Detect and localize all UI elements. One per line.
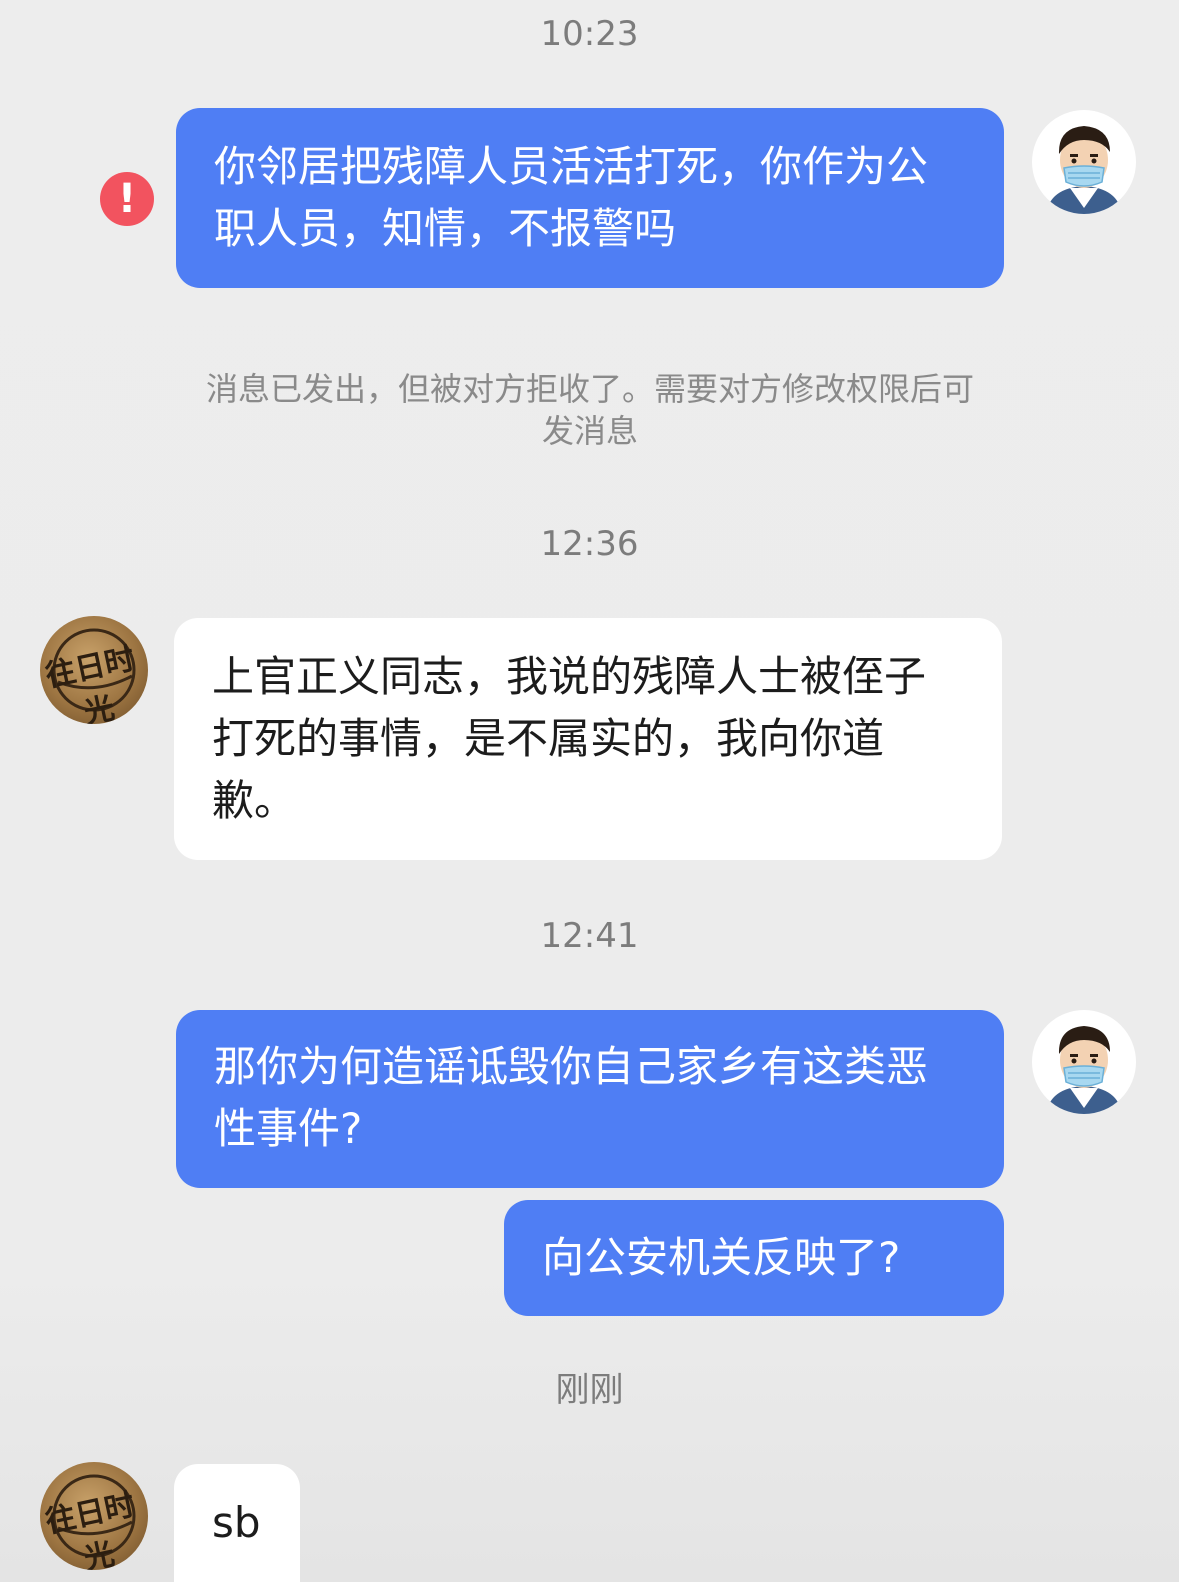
timestamp: 12:41 bbox=[540, 916, 639, 956]
contact-avatar[interactable]: 往日时光 bbox=[40, 1462, 148, 1570]
contact-avatar[interactable]: 往日时光 bbox=[40, 616, 148, 724]
message-text: 向公安机关反映了? bbox=[542, 1233, 901, 1282]
message-text: 上官正义同志，我说的残障人士被侄子打死的事情，是不属实的，我向你道歉。 bbox=[212, 652, 927, 825]
message-text: 那你为何造谣诋毁你自己家乡有这类恶性事件? bbox=[214, 1042, 929, 1153]
masked-man-avatar-icon bbox=[1046, 126, 1122, 214]
sent-message-bubble[interactable]: 向公安机关反映了? bbox=[504, 1200, 1004, 1316]
received-message-bubble[interactable]: 上官正义同志，我说的残障人士被侄子打死的事情，是不属实的，我向你道歉。 bbox=[174, 618, 1002, 860]
my-avatar[interactable] bbox=[1032, 110, 1136, 214]
my-avatar[interactable] bbox=[1032, 1010, 1136, 1114]
timestamp: 刚刚 bbox=[555, 1370, 624, 1410]
received-message-bubble[interactable]: sb bbox=[174, 1464, 300, 1582]
sent-message-bubble[interactable]: 那你为何造谣诋毁你自己家乡有这类恶性事件? bbox=[176, 1010, 1004, 1188]
message-text: 你邻居把残障人员活活打死，你作为公职人员，知情，不报警吗 bbox=[214, 142, 929, 253]
delivery-notice: 消息已发出，但被对方拒收了。需要对方修改权限后可发消息 bbox=[205, 370, 974, 450]
timestamp: 10:23 bbox=[540, 14, 639, 54]
message-text: sb bbox=[212, 1498, 261, 1547]
error-icon[interactable]: ! bbox=[100, 172, 154, 226]
sent-message-bubble[interactable]: 你邻居把残障人员活活打死，你作为公职人员，知情，不报警吗 bbox=[176, 108, 1004, 288]
masked-man-avatar-icon bbox=[1046, 1026, 1122, 1114]
timestamp: 12:36 bbox=[540, 524, 639, 564]
